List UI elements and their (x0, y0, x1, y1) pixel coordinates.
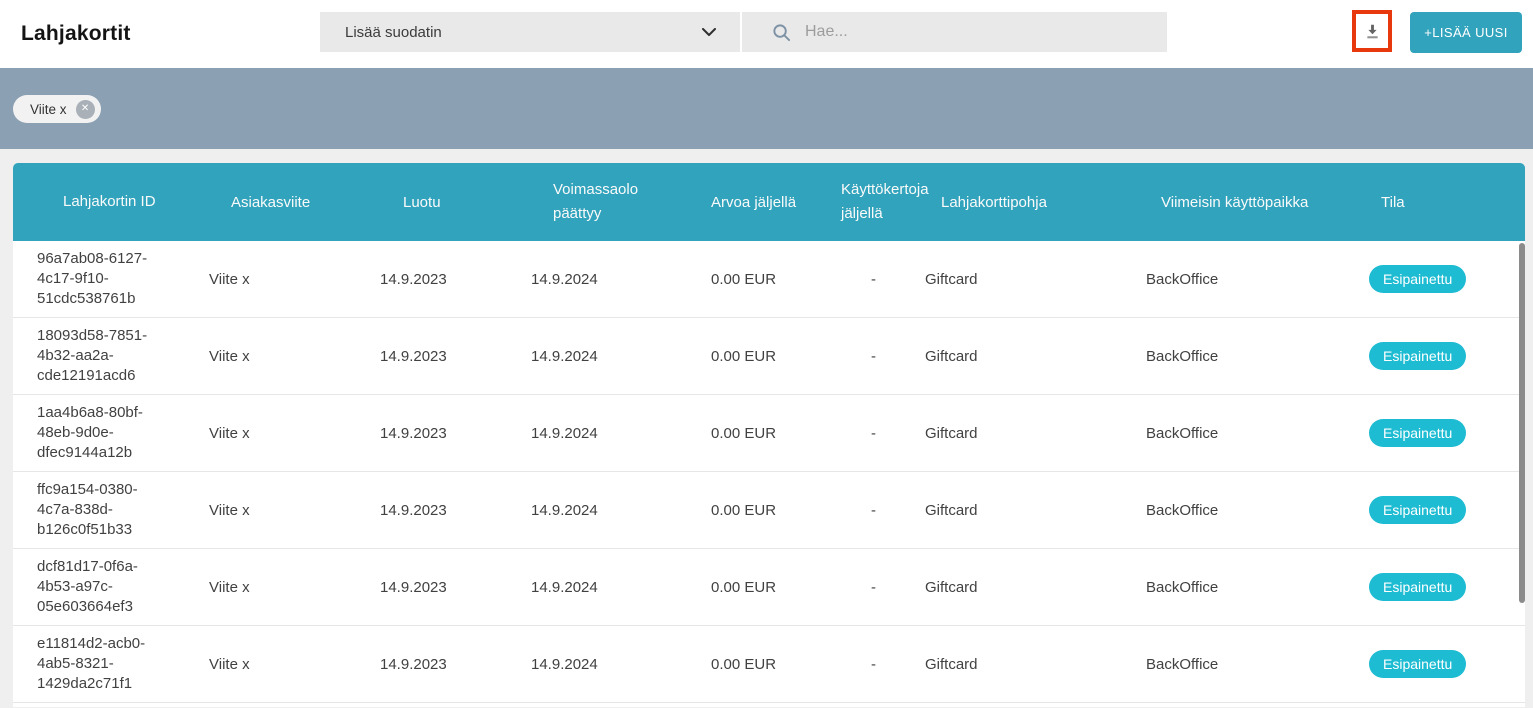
active-filters-bar: Viite x ✕ (0, 68, 1533, 149)
status-badge: Esipainettu (1369, 342, 1466, 370)
cell-uses-left: - (841, 502, 925, 519)
cell-last-used-place: BackOffice (1146, 579, 1369, 596)
column-header-viimeisin-kayttopaikka: Viimeisin käyttöpaikka (1146, 194, 1369, 211)
download-button[interactable] (1361, 20, 1384, 43)
top-bar: Lahjakortit Lisää suodatin +LISÄÄ UUSI (0, 0, 1533, 68)
search-box (742, 12, 1167, 52)
add-filter-dropdown-label: Lisää suodatin (345, 24, 442, 41)
filter-chip-label: Viite x (30, 102, 67, 117)
table-row[interactable]: 18093d58-7851-4b32-aa2a-cde12191acd6 Vii… (13, 318, 1525, 395)
cell-expires: 14.9.2024 (531, 348, 711, 365)
cell-expires: 14.9.2024 (531, 271, 711, 288)
cell-customer-reference: Viite x (209, 425, 380, 442)
scrollbar[interactable] (1519, 243, 1525, 603)
cell-expires: 14.9.2024 (531, 425, 711, 442)
table-row[interactable]: e11814d2-acb0-4ab5-8321-1429da2c71f1 Vii… (13, 626, 1525, 703)
column-header-asiakasviite: Asiakasviite (209, 194, 380, 211)
add-new-button[interactable]: +LISÄÄ UUSI (1410, 12, 1522, 53)
page-title: Lahjakortit (21, 22, 131, 46)
cell-status: Esipainettu (1369, 342, 1525, 370)
column-header-kayttokertoja-jaljella: Käyttökertoja jäljellä (841, 178, 925, 226)
cell-giftcard-id: 18093d58-7851-4b32-aa2a-cde12191acd6 (13, 326, 209, 386)
cell-template: Giftcard (925, 271, 1146, 288)
status-badge: Esipainettu (1369, 496, 1466, 524)
cell-status: Esipainettu (1369, 496, 1525, 524)
table-row[interactable]: ffc9a154-0380-4c7a-838d-b126c0f51b33 Vii… (13, 472, 1525, 549)
cell-expires: 14.9.2024 (531, 579, 711, 596)
cell-customer-reference: Viite x (209, 502, 380, 519)
cell-customer-reference: Viite x (209, 348, 380, 365)
cell-last-used-place: BackOffice (1146, 348, 1369, 365)
cell-uses-left: - (841, 348, 925, 365)
cell-template: Giftcard (925, 579, 1146, 596)
cell-value-left: 0.00 EUR (711, 579, 841, 596)
status-badge: Esipainettu (1369, 419, 1466, 447)
cell-created: 14.9.2023 (380, 502, 531, 519)
table-row[interactable]: 1aa4b6a8-80bf-48eb-9d0e-dfec9144a12b Vii… (13, 395, 1525, 472)
cell-template: Giftcard (925, 348, 1146, 365)
filter-chip[interactable]: Viite x ✕ (13, 95, 101, 123)
cell-customer-reference: Viite x (209, 271, 380, 288)
column-header-arvoa-jaljella: Arvoa jäljellä (711, 194, 841, 211)
cell-last-used-place: BackOffice (1146, 502, 1369, 519)
cell-status: Esipainettu (1369, 419, 1525, 447)
column-header-lahjakorttipohja: Lahjakorttipohja (925, 194, 1146, 211)
cell-created: 14.9.2023 (380, 271, 531, 288)
cell-value-left: 0.00 EUR (711, 271, 841, 288)
cell-value-left: 0.00 EUR (711, 348, 841, 365)
cell-giftcard-id: ffc9a154-0380-4c7a-838d-b126c0f51b33 (13, 480, 209, 540)
cell-uses-left: - (841, 656, 925, 673)
cell-giftcard-id: e11814d2-acb0-4ab5-8321-1429da2c71f1 (13, 634, 209, 694)
cell-status: Esipainettu (1369, 650, 1525, 678)
column-header-luotu: Luotu (380, 194, 531, 211)
cell-created: 14.9.2023 (380, 579, 531, 596)
download-icon (1363, 22, 1382, 41)
table-row[interactable]: 96a7ab08-6127-4c17-9f10-51cdc538761b Vii… (13, 241, 1525, 318)
cell-last-used-place: BackOffice (1146, 656, 1369, 673)
cell-template: Giftcard (925, 502, 1146, 519)
table-body: 96a7ab08-6127-4c17-9f10-51cdc538761b Vii… (13, 241, 1525, 707)
chevron-down-icon (702, 28, 716, 37)
cell-expires: 14.9.2024 (531, 656, 711, 673)
cell-template: Giftcard (925, 656, 1146, 673)
cell-giftcard-id: dcf81d17-0f6a-4b53-a97c-05e603664ef3 (13, 557, 209, 617)
cell-giftcard-id: 1aa4b6a8-80bf-48eb-9d0e-dfec9144a12b (13, 403, 209, 463)
add-filter-dropdown[interactable]: Lisää suodatin (320, 12, 740, 52)
cell-customer-reference: Viite x (209, 656, 380, 673)
cell-uses-left: - (841, 425, 925, 442)
search-icon (772, 23, 791, 42)
giftcards-table: Lahjakortin ID Asiakasviite Luotu Voimas… (13, 163, 1525, 707)
column-header-lahjakortin-id: Lahjakortin ID (13, 190, 209, 214)
cell-last-used-place: BackOffice (1146, 271, 1369, 288)
table-header-row: Lahjakortin ID Asiakasviite Luotu Voimas… (13, 163, 1525, 241)
cell-status: Esipainettu (1369, 573, 1525, 601)
status-badge: Esipainettu (1369, 650, 1466, 678)
cell-value-left: 0.00 EUR (711, 502, 841, 519)
cell-created: 14.9.2023 (380, 656, 531, 673)
cell-template: Giftcard (925, 425, 1146, 442)
cell-created: 14.9.2023 (380, 425, 531, 442)
cell-status: Esipainettu (1369, 265, 1525, 293)
column-header-voimassaolo-paattyy: Voimassaolo päättyy (531, 178, 711, 226)
cell-expires: 14.9.2024 (531, 502, 711, 519)
cell-uses-left: - (841, 271, 925, 288)
cell-last-used-place: BackOffice (1146, 425, 1369, 442)
status-badge: Esipainettu (1369, 265, 1466, 293)
spacer (0, 149, 1533, 163)
partial-next-row (13, 703, 1525, 707)
cell-giftcard-id: 96a7ab08-6127-4c17-9f10-51cdc538761b (13, 249, 209, 309)
cell-value-left: 0.00 EUR (711, 425, 841, 442)
cell-uses-left: - (841, 579, 925, 596)
status-badge: Esipainettu (1369, 573, 1466, 601)
download-button-highlight-box (1352, 10, 1392, 52)
cell-customer-reference: Viite x (209, 579, 380, 596)
close-icon[interactable]: ✕ (76, 100, 95, 119)
cell-created: 14.9.2023 (380, 348, 531, 365)
cell-value-left: 0.00 EUR (711, 656, 841, 673)
table-row[interactable]: dcf81d17-0f6a-4b53-a97c-05e603664ef3 Vii… (13, 549, 1525, 626)
column-header-tila: Tila (1369, 194, 1525, 211)
search-input[interactable] (803, 22, 1152, 42)
